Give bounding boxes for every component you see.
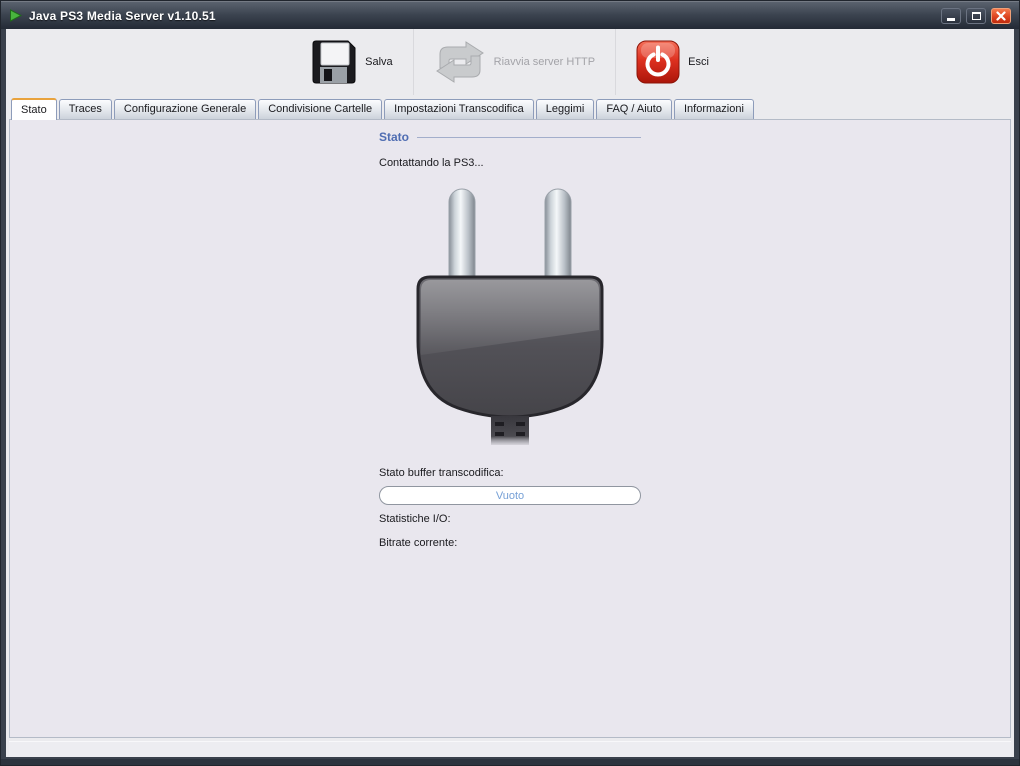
refresh-arrows-icon — [435, 41, 484, 83]
close-button[interactable] — [991, 7, 1011, 24]
maximize-icon — [971, 11, 981, 20]
tab-informazioni[interactable]: Informazioni — [673, 99, 754, 119]
tab-faq-aiuto[interactable]: FAQ / Aiuto — [596, 99, 672, 119]
floppy-disk-icon — [312, 40, 356, 84]
tab-stato[interactable]: Stato — [11, 98, 57, 120]
section-header: Stato — [379, 130, 641, 144]
tab-condivisione-cartelle[interactable]: Condivisione Cartelle — [258, 99, 383, 119]
current-bitrate-label: Bitrate corrente: — [379, 537, 458, 549]
window-title: Java PS3 Media Server v1.10.51 — [29, 8, 216, 23]
save-button-label: Salva — [365, 56, 393, 68]
maximize-button[interactable] — [966, 7, 986, 24]
exit-button[interactable]: Esci — [616, 29, 729, 95]
tab-configurazione-generale[interactable]: Configurazione Generale — [113, 99, 257, 119]
tab-strip: Stato Traces Configurazione Generale Con… — [6, 95, 1014, 120]
save-button[interactable]: Salva — [291, 29, 413, 95]
section-title: Stato — [379, 130, 409, 144]
titlebar[interactable]: Java PS3 Media Server v1.10.51 — [1, 1, 1019, 29]
exit-button-label: Esci — [688, 56, 709, 68]
statusbar — [9, 741, 1011, 757]
window-body: Salva Riavvia server HTTP Esci Stato Tra… — [6, 29, 1014, 757]
restart-http-server-button[interactable]: Riavvia server HTTP — [414, 29, 615, 95]
io-statistics-label: Statistiche I/O: — [379, 513, 451, 525]
status-tab-panel: Stato Contattando la PS3... Stato buffer… — [9, 119, 1011, 738]
toolbar: Salva Riavvia server HTTP Esci — [6, 29, 1014, 95]
tab-traces[interactable]: Traces — [58, 99, 112, 119]
window-controls — [941, 7, 1011, 24]
restart-http-server-label: Riavvia server HTTP — [493, 56, 596, 68]
tab-impostazioni-transcodifica[interactable]: Impostazioni Transcodifica — [384, 99, 534, 119]
connecting-status-text: Contattando la PS3... — [379, 157, 484, 169]
app-window: Java PS3 Media Server v1.10.51 Salva Ria… — [0, 0, 1020, 766]
tab-leggimi[interactable]: Leggimi — [535, 99, 595, 119]
close-icon — [996, 10, 1006, 21]
section-rule — [417, 136, 641, 138]
transcode-buffer-progressbar: Vuoto — [379, 486, 641, 505]
minimize-icon — [947, 17, 955, 21]
power-icon — [636, 40, 680, 84]
window-frame-bottom — [1, 759, 1019, 765]
status-content-column: Stato Contattando la PS3... Stato buffer… — [379, 130, 641, 549]
play-icon — [9, 9, 23, 22]
transcode-buffer-value: Vuoto — [495, 489, 525, 502]
minimize-button[interactable] — [941, 7, 961, 24]
transcode-buffer-label: Stato buffer transcodifica: — [379, 467, 504, 479]
power-plug-image — [379, 181, 641, 450]
